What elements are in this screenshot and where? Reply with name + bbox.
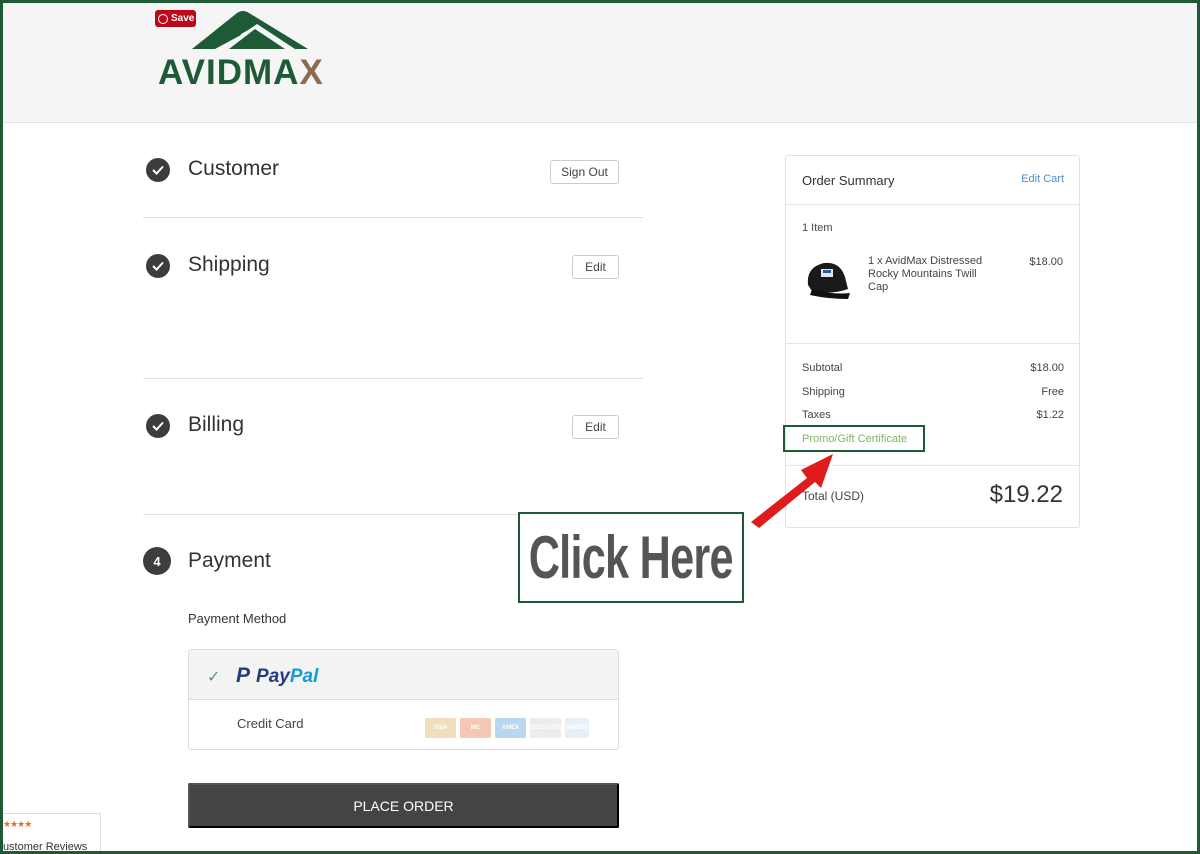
paypal-logo-pay: Pay <box>256 666 290 687</box>
shipping-row: Shipping Free <box>802 386 1064 398</box>
edit-shipping-button[interactable]: Edit <box>572 255 619 279</box>
step-title-billing: Billing <box>188 413 245 436</box>
discover-card-icon: DISCOVER <box>530 718 561 738</box>
edit-billing-button[interactable]: Edit <box>572 415 619 439</box>
order-summary-header: Order Summary Edit Cart <box>786 156 1079 205</box>
cap-product-image[interactable] <box>802 255 852 300</box>
pin-save-label: Save <box>171 13 195 24</box>
visa-card-icon: VISA <box>425 718 456 738</box>
step-divider <box>143 378 643 379</box>
paypal-logo: P PayPal <box>236 664 318 688</box>
credit-card-label: Credit Card <box>237 716 304 731</box>
payment-option-credit-card[interactable]: Credit Card VISA MC AMEX DISCOVER DINERS <box>189 700 618 749</box>
step-title-payment: Payment <box>188 549 271 572</box>
step-divider <box>143 217 643 218</box>
subtotal-label: Subtotal <box>802 362 843 374</box>
card-brand-icons: VISA MC AMEX DISCOVER DINERS <box>425 718 589 738</box>
total-amount: $19.22 <box>989 481 1063 508</box>
selected-check-icon: ✓ <box>207 669 221 686</box>
shipping-complete-check-icon <box>146 254 170 278</box>
place-order-button[interactable]: PLACE ORDER <box>188 783 619 828</box>
payment-step-number: 4 <box>143 547 171 575</box>
step-title-customer: Customer <box>188 157 280 180</box>
customer-reviews-badge[interactable]: ★★★★ Customer Reviews <box>0 813 101 854</box>
reviews-label: Customer Reviews <box>0 841 88 853</box>
click-here-callout: Click Here <box>518 512 744 603</box>
subtotal-row: Subtotal $18.00 <box>802 362 1064 374</box>
order-summary-title: Order Summary <box>802 173 895 188</box>
shipping-label: Shipping <box>802 386 845 398</box>
payment-method-label: Payment Method <box>188 611 287 626</box>
paypal-logo-pal: Pal <box>289 666 319 687</box>
payment-step-number-label: 4 <box>153 553 161 569</box>
paypal-p-icon: P <box>236 664 251 687</box>
subtotal-value: $18.00 <box>1030 362 1064 374</box>
billing-complete-check-icon <box>146 414 170 438</box>
cart-item-price: $18.00 <box>1029 256 1063 268</box>
pinterest-icon <box>158 13 168 24</box>
customer-complete-check-icon <box>146 158 170 182</box>
taxes-value: $1.22 <box>1036 409 1064 421</box>
summary-divider <box>786 343 1079 344</box>
mastercard-icon: MC <box>460 718 491 738</box>
promo-highlight-box <box>783 425 925 452</box>
red-arrow-icon <box>751 454 833 528</box>
diners-card-icon: DINERS <box>565 718 589 738</box>
pinterest-save-button[interactable]: Save <box>155 10 196 27</box>
logo-text-x: X <box>299 53 324 92</box>
avidmax-logo-text[interactable]: AVIDMAX <box>158 53 324 93</box>
payment-option-paypal[interactable]: ✓ P PayPal <box>189 650 618 700</box>
shipping-value: Free <box>1041 386 1064 398</box>
step-title-shipping: Shipping <box>188 253 270 276</box>
edit-cart-link[interactable]: Edit Cart <box>1021 173 1064 185</box>
amex-card-icon: AMEX <box>495 718 526 738</box>
sign-out-button[interactable]: Sign Out <box>550 160 619 184</box>
logo-text-main: AVIDMA <box>158 53 300 92</box>
rating-stars-icon: ★★★★ <box>3 819 32 829</box>
site-header: Save AVIDMAX <box>0 0 1200 123</box>
items-count: 1 Item <box>802 222 833 234</box>
click-here-text: Click Here <box>528 524 734 591</box>
taxes-label: Taxes <box>802 409 831 421</box>
payment-method-list: ✓ P PayPal Credit Card VISA MC AMEX DISCO… <box>188 649 619 750</box>
cart-item-name: 1 x AvidMax Distressed Rocky Mountains T… <box>868 255 983 293</box>
taxes-row: Taxes $1.22 <box>802 409 1064 421</box>
